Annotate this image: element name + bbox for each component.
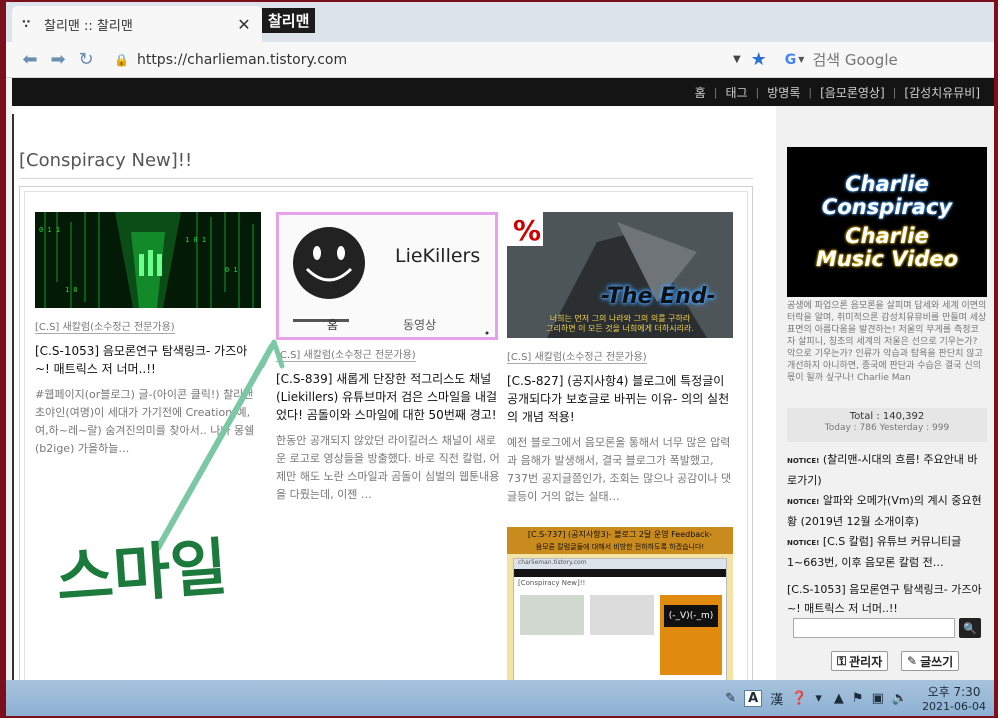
chevron-down-icon[interactable]: ▼	[733, 54, 741, 65]
help-icon[interactable]: ❓	[791, 691, 807, 706]
notice-tag: NOTICE!	[787, 539, 820, 547]
today-yesterday: Today : 786 Yesterday : 999	[824, 423, 950, 433]
total-visitors: Total : 140,392	[849, 411, 925, 422]
browser-window: ∵ 찰리맨 :: 찰리맨 ✕ 찰리맨 ⬅ ➡ ↻ 🔒 ▼ ★ G ▼ 홈 | 태…	[6, 2, 994, 716]
write-button[interactable]: ✎ 글쓰기	[901, 651, 960, 671]
google-icon[interactable]: G	[785, 52, 797, 68]
smiley-logo-icon	[293, 227, 489, 335]
notice-item[interactable]: NOTICE! [C.S 칼럼] 유튜브 커뮤니티글 1~663번, 이후 음모…	[787, 532, 987, 573]
key-icon: ⚿	[837, 653, 847, 668]
address-bar[interactable]	[136, 46, 727, 73]
reload-icon[interactable]: ↻	[72, 46, 100, 74]
search-box[interactable]: G ▼	[785, 47, 975, 73]
post-excerpt: 한동안 공개되지 않았던 라이킬러스 채널이 새로운 로고로 영상들을 방출했다…	[276, 434, 500, 501]
svg-text:1 0 1: 1 0 1	[185, 236, 206, 244]
flag-icon[interactable]: ⚑	[852, 691, 864, 706]
search-icon[interactable]: 🔍	[959, 618, 981, 638]
post-category[interactable]: [C.S] 새칼럼(소수정근 전문가용)	[35, 318, 175, 334]
network-icon[interactable]: ▣	[872, 691, 884, 706]
chevron-down-icon[interactable]: ▾	[815, 691, 822, 706]
blog-top-nav: 홈 | 태그 | 방명록 | [음모론영상] | [감성치유뮤비]	[12, 78, 994, 106]
blog-description: 공생에 파업으론 음모론을 살피며 답세와 세계 이면의 터락을 알며, 취미적…	[787, 301, 987, 383]
ime-tool-icon[interactable]: ✎	[725, 691, 736, 706]
percent-badge-icon: %	[513, 214, 541, 247]
nav-tags[interactable]: 태그	[717, 84, 755, 101]
admin-button[interactable]: ⚿ 관리자	[831, 651, 889, 671]
notice-item[interactable]: NOTICE! (찰리맨-시대의 흐름! 주요안내 바로가기)	[787, 450, 987, 491]
nav-home[interactable]: 홈	[687, 84, 714, 101]
fourth-card-header: [C.S-737] (공지사항3)- 블로그 2달 운영 Feedback-	[507, 527, 733, 542]
ime-a-icon[interactable]: A	[744, 689, 763, 707]
channel-name: LieKillers	[395, 245, 481, 267]
post-excerpt: #웹페이지(or블로그) 글-(아이콘 클릭!) 찰리맨 초야인(여명)이 세대…	[35, 388, 255, 455]
post-grid: 0 1 1 1 0 1 0 1 1 0 [C.S] 새칼럼(소수정근 전문가용) [C…	[19, 186, 753, 682]
thumb-caption: 너희는 먼저 그의 나라와 그의 의를 구하라 그리하면 이 모든 것을 너희에…	[546, 314, 694, 333]
windows-taskbar: ✎ A 漢 ❓ ▾ ▲ ⚑ ▣ 🔈 오후 7:30 2021-06-04	[6, 680, 994, 716]
post-excerpt: 예전 블로그에서 음모론을 통해서 너무 많은 압력과 음해가 발생해서, 결국…	[507, 436, 732, 503]
close-icon[interactable]: ✕	[236, 15, 252, 34]
svg-text:0 1 1: 0 1 1	[39, 226, 60, 234]
nav-healing-mv[interactable]: [감성치유뮤비]	[896, 84, 988, 101]
page-viewport: 홈 | 태그 | 방명록 | [음모론영상] | [감성치유뮤비] [Consp…	[12, 78, 994, 682]
bookmark-star-icon[interactable]: ★	[751, 49, 767, 70]
post-thumbnail-liekillers[interactable]: LieKillers 홈 동영상	[276, 212, 498, 340]
ime-hanja-icon[interactable]: 漢	[770, 689, 783, 708]
browser-toolbar: ⬅ ➡ ↻ 🔒 ▼ ★ G ▼	[6, 42, 994, 78]
chevron-down-icon[interactable]: ▼	[798, 55, 804, 64]
post-card[interactable]: 0 1 1 1 0 1 0 1 1 0 [C.S] 새칼럼(소수정근 전문가용) [C…	[35, 212, 261, 458]
nav-conspiracy-videos[interactable]: [음모론영상]	[812, 84, 893, 101]
pencil-icon: ✎	[907, 654, 918, 668]
tab-strip: ∵ 찰리맨 :: 찰리맨 ✕ 찰리맨	[6, 2, 994, 42]
post-title[interactable]: [C.S-1053] 음모론연구 탐색링크- 가즈아~! 매트릭스 저 너머..…	[35, 342, 261, 378]
sidebar: Charlie Conspiracy Charlie Music Video 공…	[776, 106, 994, 682]
lock-icon: 🔒	[114, 52, 129, 67]
taskbar-clock[interactable]: 오후 7:30 2021-06-04	[922, 683, 986, 713]
notice-tag: NOTICE!	[787, 498, 820, 506]
recent-post-link[interactable]: [C.S-1053] 음모론연구 탐색링크- 가즈아~! 매트릭스 저 너머..…	[787, 580, 987, 618]
favicon-icon: ∵	[22, 17, 31, 31]
fourth-card-subheader: 음모론 칼럼글들에 대해서 비방한 전하하도록 하겠습니다!	[507, 542, 733, 554]
post-category[interactable]: [C.S] 새칼럼(소수정근 전문가용)	[507, 348, 647, 364]
forward-arrow-icon[interactable]: ➡	[44, 46, 72, 74]
section-title: [Conspiracy New]!!	[19, 150, 193, 171]
notice-item[interactable]: NOTICE! 알파와 오메가(Vm)의 계시 중요현황 (2019년 12월 …	[787, 491, 987, 532]
tab-tooltip: 찰리맨	[262, 8, 316, 33]
fourth-card-screenshot: charlieman.tistory.com [Conspiracy New]!…	[513, 558, 727, 682]
svg-text:1 0: 1 0	[65, 286, 78, 294]
channel-tab-videos: 동영상	[403, 318, 437, 332]
main-content: [Conspiracy New]!! 0 1 1 1 0 1 0 1 1 0 […	[12, 106, 776, 682]
speaker-icon[interactable]: 🔈	[892, 691, 908, 706]
post-title[interactable]: [C.S-827] (공지사항4) 블로그에 특정글이 공개되다가 보호글로 바…	[507, 372, 733, 426]
tab-title: 찰리맨 :: 찰리맨	[44, 18, 133, 34]
tray-arrow-icon[interactable]: ▲	[834, 691, 844, 706]
blog-search-input[interactable]	[793, 618, 955, 638]
post-card[interactable]: LieKillers 홈 동영상 [C.S] 새칼럼(소수정근 전문가용) [C…	[276, 212, 502, 504]
post-title[interactable]: [C.S-839] 새롭게 단장한 적그리스도 채널(Liekillers) 유…	[276, 370, 502, 424]
channel-tab-home: 홈	[327, 318, 339, 332]
post-card[interactable]: % -The End- 너희는 먼저 그의 나라와 그의 의를 구하라 그리하면…	[507, 212, 733, 506]
svg-text:0 1: 0 1	[225, 266, 238, 274]
post-thumbnail-matrix[interactable]: 0 1 1 1 0 1 0 1 1 0	[35, 212, 261, 308]
post-card[interactable]: [C.S-737] (공지사항3)- 블로그 2달 운영 Feedback- 음…	[507, 527, 733, 682]
nav-guestbook[interactable]: 방명록	[759, 84, 808, 101]
search-input[interactable]	[812, 50, 953, 69]
browser-tab-active[interactable]: ∵ 찰리맨 :: 찰리맨 ✕	[12, 6, 262, 42]
thumb-text: -The End-	[601, 284, 716, 309]
visitor-counter: Total : 140,392 Today : 786 Yesterday : …	[787, 408, 987, 442]
sidebar-banner[interactable]: Charlie Conspiracy Charlie Music Video	[787, 147, 987, 297]
post-category[interactable]: [C.S] 새칼럼(소수정근 전문가용)	[276, 346, 416, 362]
notice-tag: NOTICE!	[787, 457, 820, 465]
back-arrow-icon[interactable]: ⬅	[16, 46, 44, 74]
post-thumbnail-the-end[interactable]: % -The End- 너희는 먼저 그의 나라와 그의 의를 구하라 그리하면…	[507, 212, 733, 338]
